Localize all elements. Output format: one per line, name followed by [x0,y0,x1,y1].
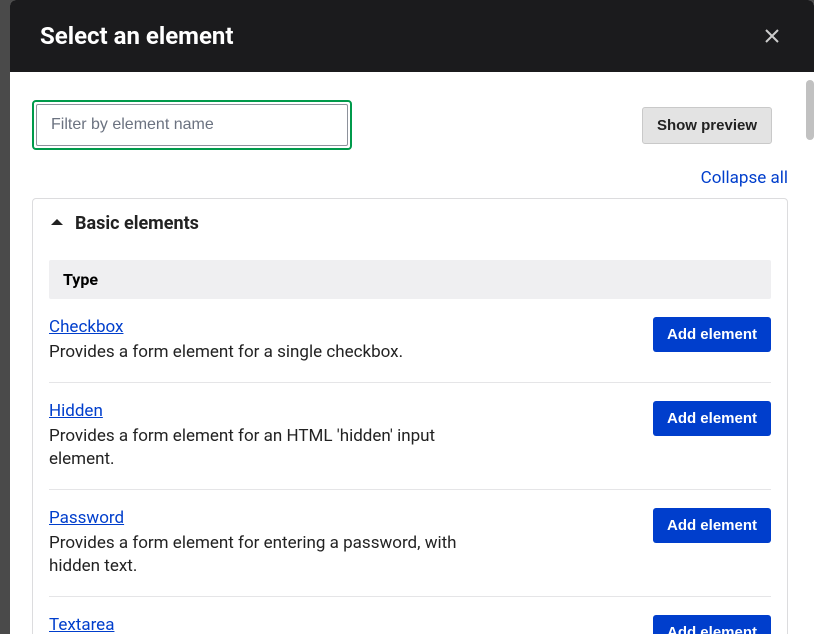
add-element-button[interactable]: Add element [653,317,771,352]
chevron-up-icon [49,214,65,234]
add-element-button[interactable]: Add element [653,401,771,436]
add-element-button[interactable]: Add element [653,508,771,543]
filter-input[interactable] [36,104,348,146]
element-info: Hidden Provides a form element for an HT… [49,401,489,471]
element-row: Checkbox Provides a form element for a s… [49,299,771,383]
scrollbar-thumb[interactable] [806,80,814,140]
element-desc: Provides a form element for an HTML 'hid… [49,425,489,471]
element-link-hidden[interactable]: Hidden [49,401,103,421]
filter-action-row: Show preview [32,100,788,150]
close-button[interactable] [760,24,784,48]
element-info: Password Provides a form element for ent… [49,508,489,578]
add-element-button[interactable]: Add element [653,615,771,634]
element-link-textarea[interactable]: Textarea [49,615,114,634]
element-link-checkbox[interactable]: Checkbox [49,317,123,337]
modal-title: Select an element [40,22,234,50]
element-row: Hidden Provides a form element for an HT… [49,383,771,490]
element-row: Password Provides a form element for ent… [49,490,771,597]
select-element-modal: Select an element Show preview Collapse … [10,0,814,634]
panel-header-toggle[interactable]: Basic elements [33,199,787,248]
filter-input-wrapper [32,100,352,150]
element-link-password[interactable]: Password [49,508,124,528]
modal-body: Show preview Collapse all Basic elements… [10,72,814,634]
show-preview-button[interactable]: Show preview [642,107,772,144]
basic-elements-panel: Basic elements Type Checkbox Provides a … [32,198,788,634]
type-column-header: Type [49,260,771,299]
element-row: Textarea Add element [49,597,771,634]
collapse-all-link[interactable]: Collapse all [701,168,788,188]
element-info: Checkbox Provides a form element for a s… [49,317,403,364]
element-desc: Provides a form element for a single che… [49,341,403,364]
element-desc: Provides a form element for entering a p… [49,532,489,578]
close-icon [764,28,780,44]
panel-body: Type Checkbox Provides a form element fo… [33,248,787,634]
element-info: Textarea [49,615,114,634]
modal-header: Select an element [10,0,814,72]
panel-title: Basic elements [75,213,199,234]
collapse-row: Collapse all [32,168,788,188]
